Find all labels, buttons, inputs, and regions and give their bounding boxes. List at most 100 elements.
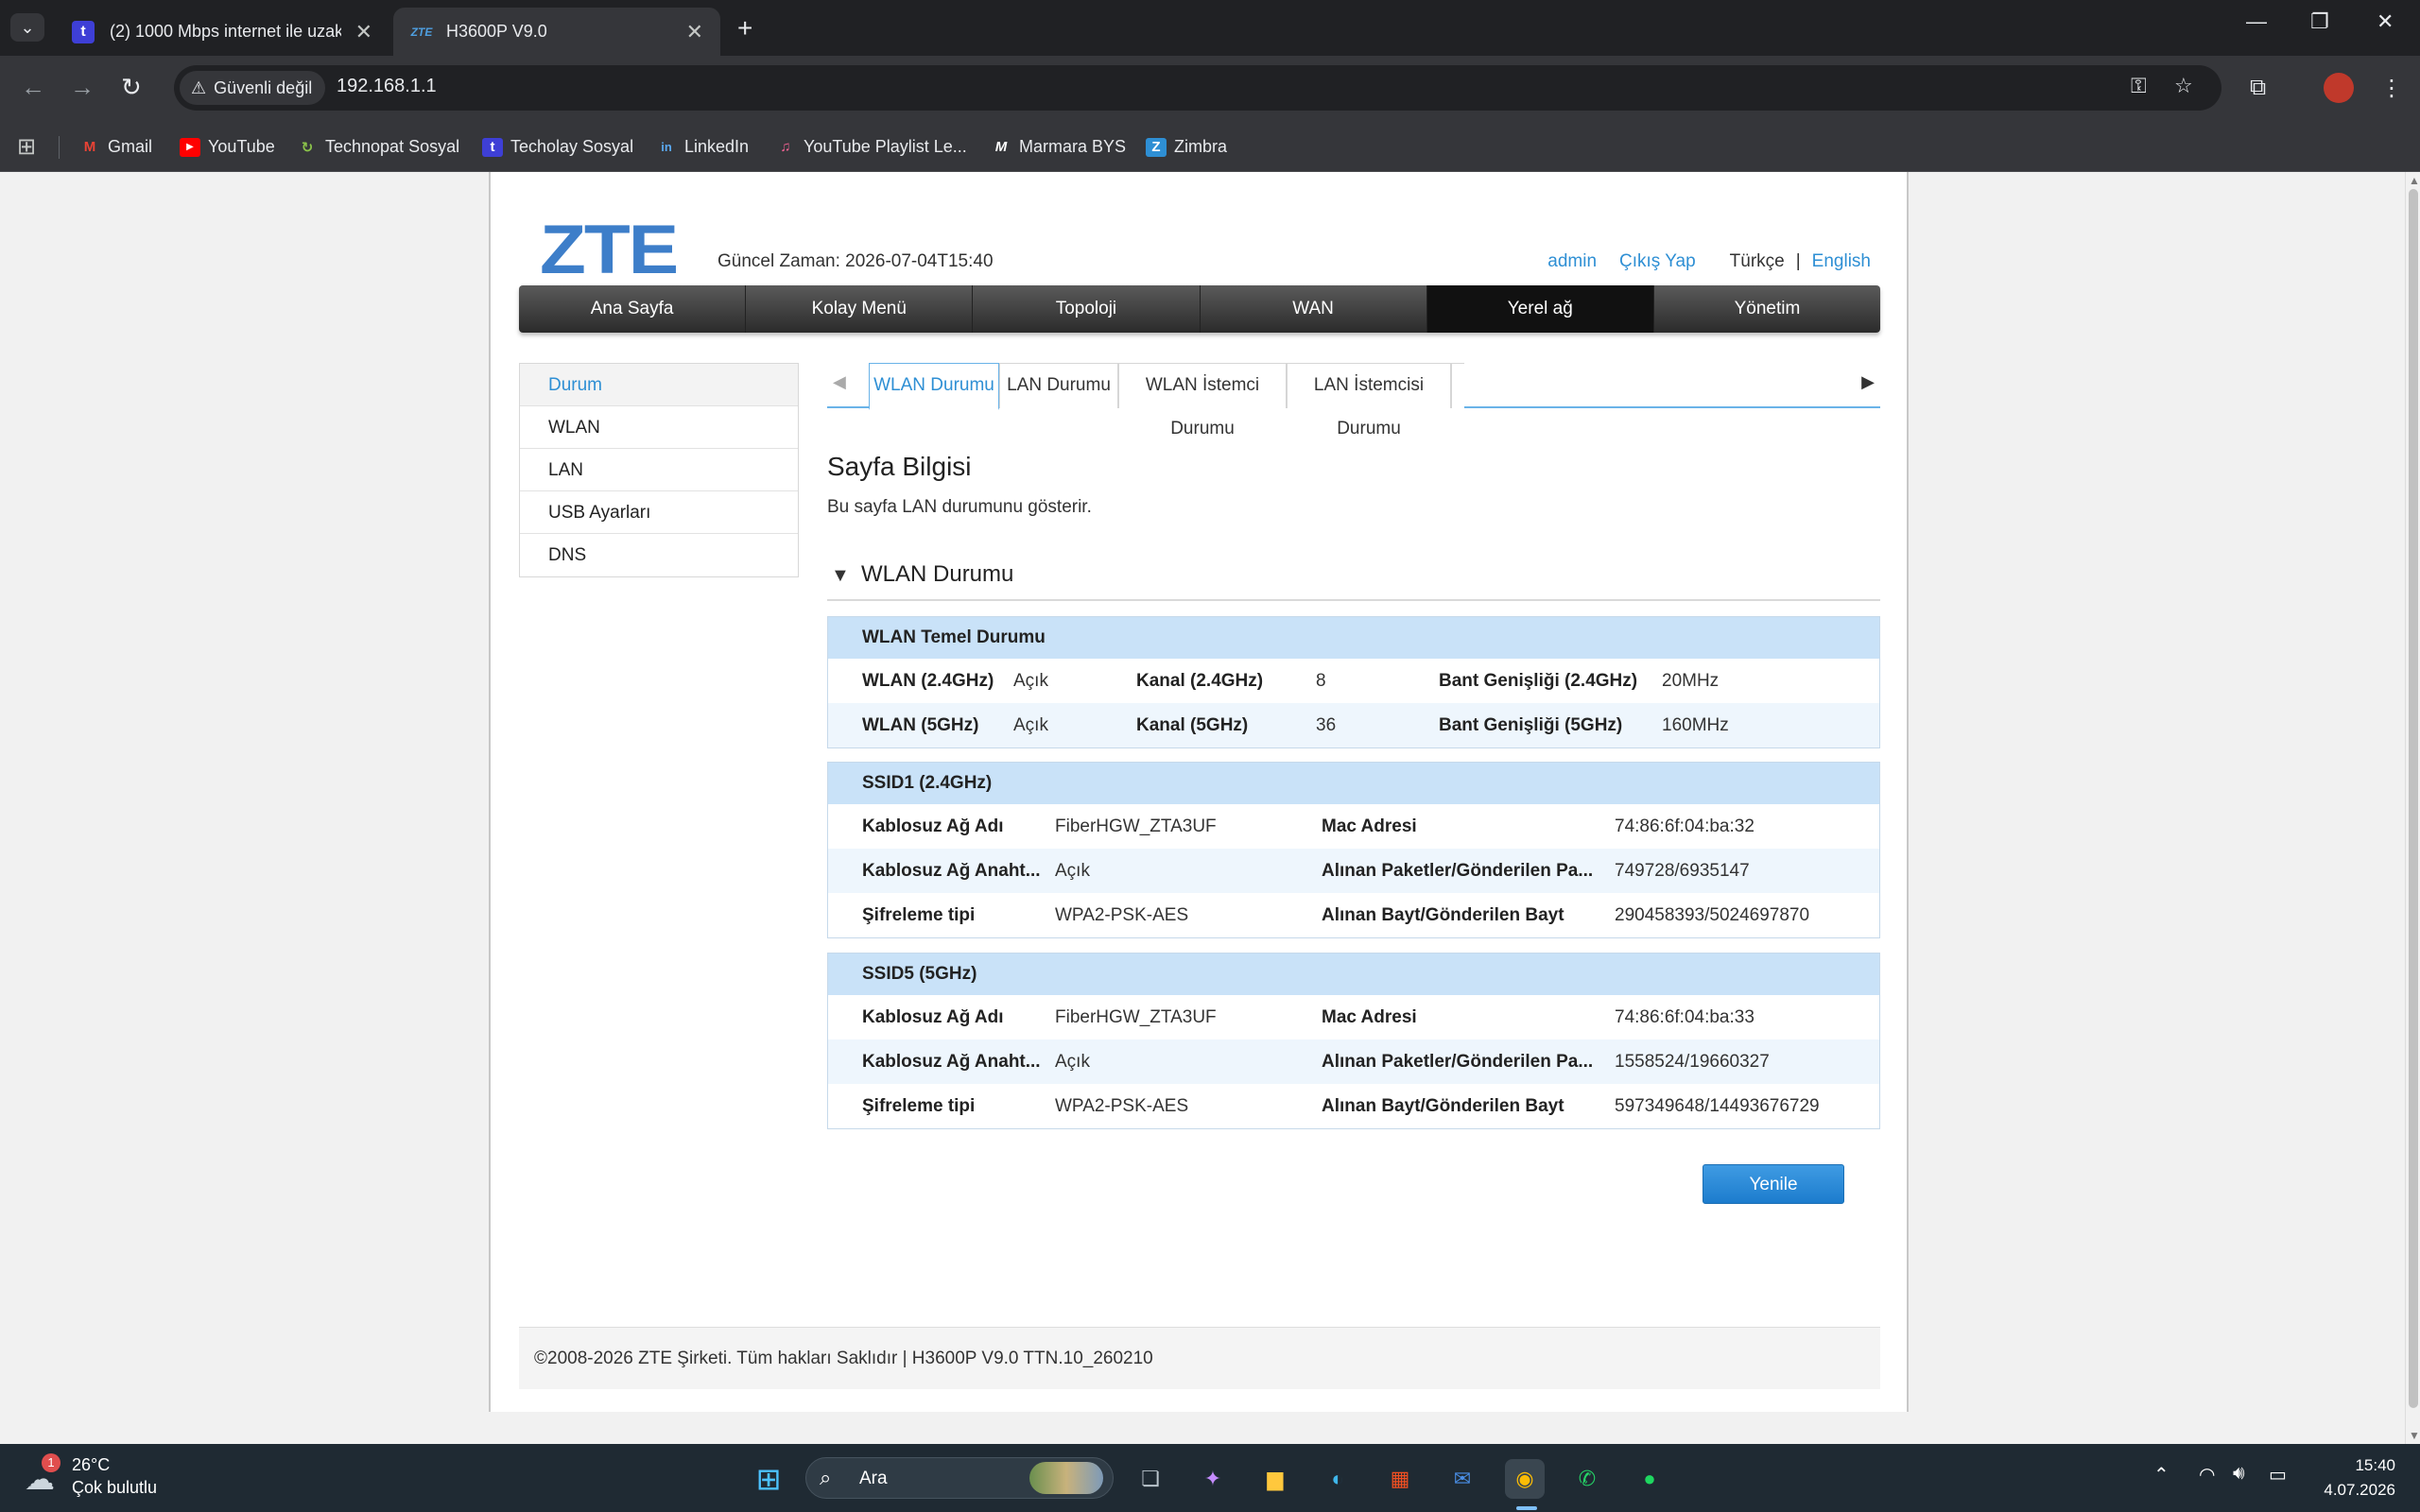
mail-icon[interactable]: ✉ — [1443, 1459, 1482, 1499]
sidebar-item-dns[interactable]: DNS — [520, 534, 798, 576]
security-chip[interactable]: ⚠ Güvenli değil — [180, 71, 326, 105]
window-close-icon[interactable]: ✕ — [2377, 9, 2394, 34]
scroll-thumb[interactable] — [2409, 189, 2418, 1408]
bookmark-label: Marmara BYS — [1019, 137, 1127, 156]
lang-current: Türkçe — [1729, 251, 1785, 271]
sidebar-item-lan[interactable]: LAN — [520, 449, 798, 491]
back-icon[interactable]: ← — [21, 73, 45, 102]
taskbar-clock[interactable]: 15:40 4.07.2026 — [2324, 1453, 2395, 1503]
chrome-icon[interactable]: ◉ — [1505, 1459, 1545, 1499]
browser-tab-1[interactable]: t (2) 1000 Mbps internet ile uzak ✕ — [53, 8, 389, 56]
value: FiberHGW_ZTA3UF — [1055, 816, 1217, 836]
label: Kablosuz Ağ Adı — [862, 1007, 1004, 1027]
scroll-down-icon[interactable]: ▼ — [2409, 1429, 2420, 1442]
nav-ana-sayfa[interactable]: Ana Sayfa — [519, 285, 747, 333]
search-placeholder: Ara — [859, 1469, 888, 1488]
value: FiberHGW_ZTA3UF — [1055, 1007, 1217, 1027]
chevron-up-icon[interactable]: ⌃ — [2153, 1463, 2169, 1486]
browser-tab-2[interactable]: ZTE H3600P V9.0 ✕ — [393, 8, 720, 56]
windows-start-icon[interactable]: ⊞ — [749, 1459, 788, 1499]
value: 597349648/14493676729 — [1615, 1096, 1820, 1116]
nav-yerel-ag[interactable]: Yerel ağ — [1426, 285, 1654, 333]
nav-topoloji[interactable]: Topoloji — [973, 285, 1201, 333]
taskbar: ☁ 1 26°C Çok bulutlu ⊞ ⌕ Ara ❏ ✦ ▆ ◐ ▦ ✉… — [0, 1444, 2420, 1512]
tab-overflow — [1451, 363, 1464, 408]
tab-lan-istemcisi-durumu[interactable]: LAN İstemcisi Durumu — [1287, 363, 1451, 438]
nav-yonetim[interactable]: Yönetim — [1654, 285, 1880, 333]
scroll-up-icon[interactable]: ▲ — [2409, 174, 2420, 187]
nav-kolay-menu[interactable]: Kolay Menü — [746, 285, 974, 333]
file-explorer-icon[interactable]: ▆ — [1255, 1459, 1295, 1499]
value: 36 — [1316, 715, 1337, 735]
address-bar[interactable]: ⚠ Güvenli değil 192.168.1.1 ⚿ ☆ — [174, 65, 2221, 111]
tab-favicon: ZTE — [410, 25, 433, 39]
wifi-icon[interactable]: ◠ — [2199, 1463, 2215, 1486]
nav-wan[interactable]: WAN — [1201, 285, 1427, 333]
label: Kablosuz Ağ Adı — [862, 816, 1004, 836]
youtube-icon: ▶ — [180, 137, 200, 157]
sidebar-item-wlan[interactable]: WLAN — [520, 406, 798, 449]
bookmark-marmara-bys[interactable]: M Marmara BYS — [991, 122, 1126, 172]
close-icon[interactable]: ✕ — [686, 20, 703, 44]
extensions-icon[interactable]: ⧉ — [2250, 75, 2266, 101]
minimize-icon[interactable]: — — [2246, 9, 2267, 34]
page-scrollbar[interactable]: ▲ ▼ — [2405, 172, 2420, 1444]
tab-wlan-durumu[interactable]: WLAN Durumu — [869, 363, 999, 410]
task-view-icon[interactable]: ❏ — [1131, 1459, 1170, 1499]
url-text[interactable]: 192.168.1.1 — [337, 76, 437, 97]
sidebar-item-durum[interactable]: Durum — [520, 364, 798, 406]
tab-lan-durumu[interactable]: LAN Durumu — [999, 363, 1118, 408]
techolay-icon: t — [482, 137, 503, 157]
taskbar-search[interactable]: ⌕ Ara — [805, 1457, 1114, 1499]
bookmark-linkedin[interactable]: in LinkedIn — [656, 122, 749, 172]
edge-icon[interactable]: ◐ — [1318, 1459, 1357, 1499]
volume-icon[interactable]: 🔊︎ — [2233, 1463, 2245, 1485]
password-key-icon[interactable]: ⚿ — [2131, 74, 2147, 98]
new-tab-icon[interactable]: + — [737, 13, 752, 43]
bookmark-youtube-playlist[interactable]: ♫ YouTube Playlist Le... — [775, 122, 966, 172]
bookmark-techolay[interactable]: t Techolay Sosyal — [482, 122, 633, 172]
value: WPA2-PSK-AES — [1055, 905, 1189, 925]
profile-avatar[interactable] — [2324, 73, 2354, 103]
spotify-icon[interactable]: ● — [1630, 1459, 1669, 1499]
close-icon[interactable]: ✕ — [355, 20, 372, 44]
label: Kablosuz Ağ Anaht... — [862, 1052, 1041, 1072]
bookmark-gmail[interactable]: M Gmail — [79, 122, 152, 172]
page-title: Sayfa Bilgisi — [827, 452, 972, 481]
tab-scroll-left-icon[interactable]: ◀ — [833, 372, 846, 392]
reload-icon[interactable]: ↻ — [121, 73, 142, 102]
tab-scroll-right-icon[interactable]: ▶ — [1861, 372, 1875, 392]
lang-english-link[interactable]: English — [1812, 251, 1871, 272]
battery-icon[interactable]: ▭ — [2269, 1463, 2287, 1486]
user-link[interactable]: admin — [1547, 251, 1597, 272]
panel-header: SSID5 (5GHz) — [828, 954, 1879, 995]
linkedin-icon: in — [661, 140, 672, 154]
bookmark-zimbra[interactable]: Z Zimbra — [1146, 122, 1227, 172]
apps-grid-icon[interactable]: ⊞ — [17, 133, 36, 161]
section-header[interactable]: ▼ WLAN Durumu — [827, 559, 1880, 601]
tab-title: H3600P V9.0 — [446, 22, 547, 41]
user-bar: admin Çıkış Yap Türkçe | English — [1547, 251, 1871, 272]
value: 749728/6935147 — [1615, 861, 1750, 881]
security-label: Güvenli değil — [214, 77, 313, 97]
tab-search-dropdown[interactable]: ⌄ — [10, 13, 44, 42]
value: Açık — [1055, 861, 1090, 881]
value: 1558524/19660327 — [1615, 1052, 1770, 1072]
refresh-button[interactable]: Yenile — [1703, 1164, 1844, 1204]
whatsapp-icon[interactable]: ✆ — [1567, 1459, 1607, 1499]
logout-link[interactable]: Çıkış Yap — [1619, 251, 1696, 272]
sidebar-item-usb[interactable]: USB Ayarları — [520, 491, 798, 534]
restore-icon[interactable]: ❐ — [2310, 9, 2329, 34]
label: Kablosuz Ağ Anaht... — [862, 861, 1041, 881]
menu-kebab-icon[interactable]: ⋮ — [2380, 75, 2403, 102]
copilot-icon[interactable]: ✦ — [1193, 1459, 1233, 1499]
label: Şifreleme tipi — [862, 905, 976, 925]
bookmark-technopat[interactable]: ↻ Technopat Sosyal — [297, 122, 459, 172]
search-icon: ⌕ — [820, 1466, 832, 1489]
tab-wlan-istemci-durumu[interactable]: WLAN İstemci Durumu — [1118, 363, 1287, 438]
bookmark-youtube[interactable]: ▶ YouTube — [180, 122, 275, 172]
collapse-triangle-icon[interactable]: ▼ — [831, 565, 850, 587]
store-icon[interactable]: ▦ — [1380, 1459, 1420, 1499]
bookmark-star-icon[interactable]: ☆ — [2174, 74, 2193, 98]
forward-icon[interactable]: → — [70, 73, 95, 102]
